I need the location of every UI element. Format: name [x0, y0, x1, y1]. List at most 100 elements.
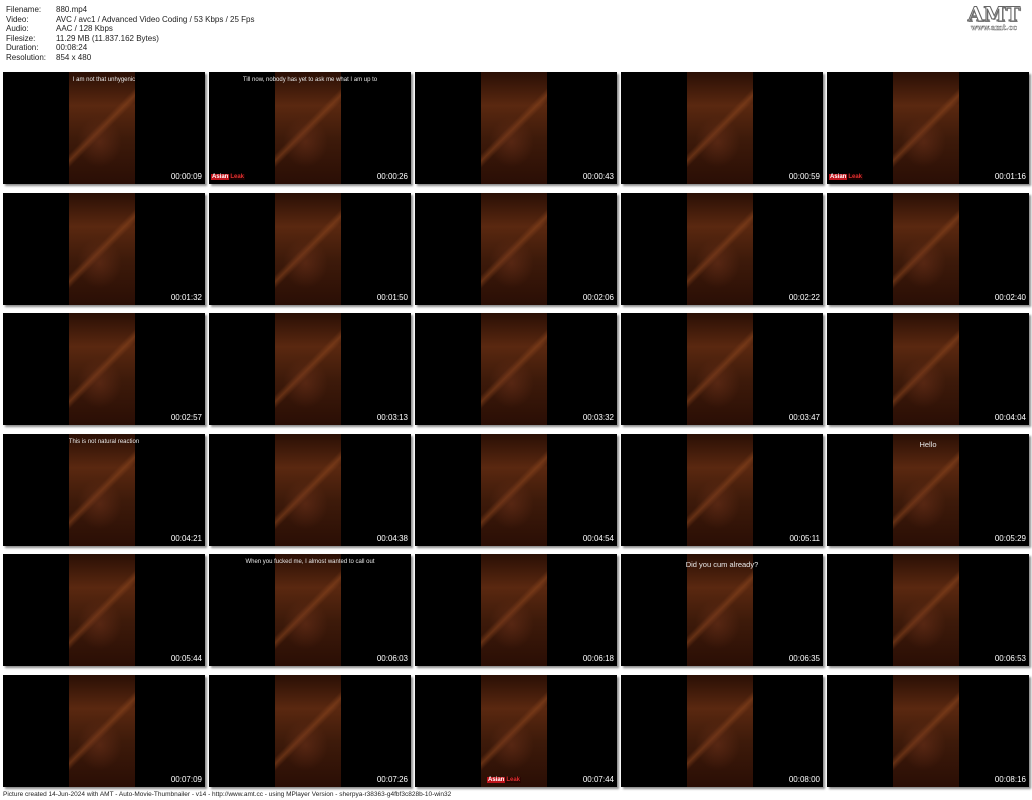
- frame-image: [481, 554, 547, 666]
- timestamp-label: 00:02:57: [170, 413, 202, 422]
- video-thumbnail: 00:08:00: [621, 674, 823, 787]
- footer-credit: Picture created 14-Jun-2024 with AMT - A…: [3, 791, 452, 798]
- frame-image: [69, 72, 135, 184]
- timestamp-label: 00:01:16: [994, 172, 1026, 181]
- frame-image: [69, 192, 135, 305]
- frame-image: [893, 674, 959, 787]
- file-info-panel: Filename: 880.mp4 Video: AVC / avc1 / Adva…: [6, 5, 255, 63]
- watermark-text-a: Asian: [487, 776, 506, 783]
- frame-image: [275, 72, 341, 184]
- video-thumbnail: 00:00:59: [621, 72, 823, 184]
- timestamp-label: 00:03:32: [582, 413, 614, 422]
- video-thumbnail: 00:07:09: [3, 674, 205, 787]
- frame-image: [893, 72, 959, 184]
- video-thumbnail: 00:00:43: [415, 72, 617, 184]
- subtitle-text: Did you cum already?: [685, 560, 759, 569]
- timestamp-label: 00:05:11: [789, 533, 820, 543]
- timestamp-label: 00:07:44: [582, 774, 614, 784]
- timestamp-label: 00:05:29: [994, 533, 1026, 543]
- resolution-label: Resolution:: [6, 52, 47, 62]
- video-thumbnail: 00:02:06: [415, 192, 617, 305]
- subtitle-text: When you fucked me, I almost wanted to c…: [245, 559, 375, 565]
- video-thumbnail: Asian Leak 00:07:44: [415, 674, 617, 787]
- watermark-text-b: Leak: [229, 174, 246, 180]
- frame-image: [275, 313, 341, 425]
- frame-image: [687, 674, 753, 787]
- subtitle-text: I am not that unhygenic: [72, 77, 136, 83]
- timestamp-label: 00:00:43: [582, 172, 614, 181]
- timestamp-label: 00:07:09: [170, 774, 202, 784]
- frame-image: [893, 433, 959, 546]
- frame-image: [687, 554, 753, 666]
- timestamp-label: 00:06:35: [788, 654, 820, 663]
- frame-image: [893, 554, 959, 666]
- frame-image: [69, 674, 135, 787]
- frame-image: [893, 192, 959, 305]
- timestamp-label: 00:06:18: [582, 654, 614, 663]
- thumbnail-grid: I am not that unhygenic 00:00:09 Till now,…: [0, 68, 1032, 790]
- timestamp-label: 00:06:03: [376, 654, 408, 663]
- video-thumbnail: 00:07:26: [209, 674, 411, 787]
- timestamp-label: 00:04:04: [994, 413, 1026, 422]
- timestamp-label: 00:00:26: [376, 172, 408, 181]
- watermark-text-a: Asian: [829, 174, 848, 180]
- video-thumbnail: 00:02:57: [3, 313, 205, 425]
- frame-image: [687, 433, 753, 546]
- filesize-value: 11.29 MB (11.837.162 Bytes): [56, 33, 159, 43]
- timestamp-label: 00:03:13: [376, 413, 408, 422]
- timestamp-label: 00:02:06: [582, 292, 614, 302]
- watermark-text-a: Asian: [211, 174, 230, 180]
- logo-main-text: AMT: [967, 2, 1021, 26]
- timestamp-label: 00:02:40: [994, 292, 1026, 302]
- video-thumbnail: 00:06:53: [827, 554, 1029, 666]
- video-thumbnail: 00:05:44: [3, 554, 205, 666]
- video-thumbnail: 00:03:32: [415, 313, 617, 425]
- watermark-logo: Asian Leak: [829, 173, 864, 181]
- video-thumbnail: 00:08:16: [827, 674, 1029, 787]
- timestamp-label: 00:00:59: [788, 172, 820, 181]
- duration-label: Duration:: [6, 43, 39, 53]
- timestamp-label: 00:07:26: [376, 774, 408, 784]
- timestamp-label: 00:08:00: [788, 774, 820, 784]
- video-thumbnail: 00:04:04: [827, 313, 1029, 425]
- video-label: Video:: [6, 14, 29, 24]
- amt-logo: AMT www.amt.cc: [964, 4, 1024, 34]
- resolution-value: 854 x 480: [56, 52, 92, 62]
- video-thumbnail: 00:02:40: [827, 192, 1029, 305]
- timestamp-label: 00:05:44: [170, 654, 202, 663]
- video-thumbnail: 00:06:18: [415, 554, 617, 666]
- frame-image: [893, 313, 959, 425]
- watermark-text-b: Leak: [505, 776, 522, 783]
- timestamp-label: 00:01:32: [170, 292, 202, 302]
- timestamp-label: 00:06:53: [994, 654, 1026, 663]
- video-thumbnail: Hello 00:05:29: [827, 433, 1029, 546]
- video-thumbnail: Till now, nobody has yet to ask me what …: [209, 72, 411, 184]
- filename-label: Filename:: [6, 5, 42, 14]
- video-thumbnail: 00:05:11: [621, 433, 823, 546]
- watermark-logo: Asian Leak: [211, 173, 246, 181]
- frame-image: [687, 192, 753, 305]
- video-thumbnail: 00:04:54: [415, 433, 617, 546]
- logo-url-text: www.amt.cc: [971, 23, 1017, 32]
- video-thumbnail: 00:03:13: [209, 313, 411, 425]
- frame-image: [687, 72, 753, 184]
- frame-image: [275, 433, 341, 546]
- video-thumbnail: When you fucked me, I almost wanted to c…: [209, 554, 411, 666]
- video-thumbnail: This is not natural reaction 00:04:21: [3, 433, 205, 546]
- duration-value: 00:08:24: [56, 43, 88, 53]
- frame-image: [481, 72, 547, 184]
- subtitle-text: This is not natural reaction: [68, 438, 140, 445]
- video-thumbnail: I am not that unhygenic 00:00:09: [3, 72, 205, 184]
- frame-image: [275, 192, 341, 305]
- watermark-text-b: Leak: [847, 174, 864, 180]
- video-thumbnail: Did you cum already? 00:06:35: [621, 554, 823, 666]
- frame-image: [275, 674, 341, 787]
- timestamp-label: 00:00:09: [170, 172, 202, 181]
- frame-image: [69, 433, 135, 546]
- frame-image: [481, 433, 547, 546]
- subtitle-text: Till now, nobody has yet to ask me what …: [242, 77, 378, 83]
- timestamp-label: 00:04:54: [582, 533, 614, 543]
- video-thumbnail: 00:01:32: [3, 192, 205, 305]
- frame-image: [69, 554, 135, 666]
- timestamp-label: 00:04:38: [376, 533, 408, 543]
